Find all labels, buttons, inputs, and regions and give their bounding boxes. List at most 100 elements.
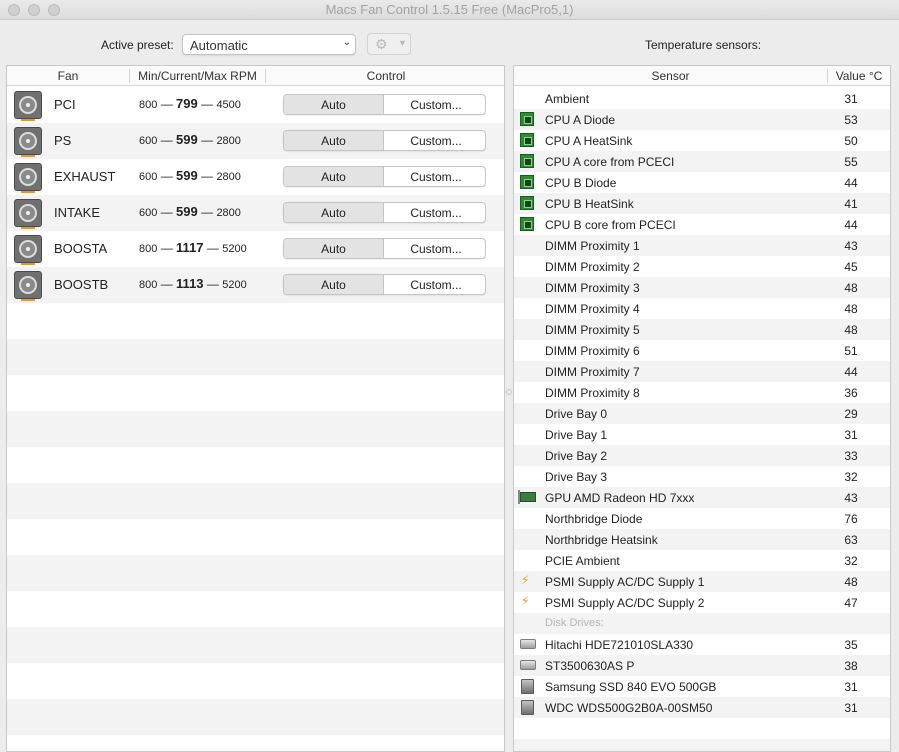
fan-table: Fan Min/Current/Max RPM Control PCI 800 —… xyxy=(6,65,505,752)
auto-button[interactable]: Auto xyxy=(284,167,384,186)
auto-button[interactable]: Auto xyxy=(284,239,384,258)
custom-button[interactable]: Custom... xyxy=(385,203,485,222)
cpu-icon xyxy=(520,154,534,168)
settings-menu-button[interactable]: ⚙ ▼ xyxy=(367,33,411,55)
sensor-row[interactable]: CPU A Diode 53 xyxy=(514,109,890,130)
fan-control-segmented: Auto Custom... xyxy=(283,166,486,187)
fan-icon xyxy=(14,235,42,265)
auto-button[interactable]: Auto xyxy=(284,95,384,114)
sensor-name: Drive Bay 2 xyxy=(545,449,608,463)
temperature-sensors-label: Temperature sensors: xyxy=(645,38,762,52)
rpm-separator: — xyxy=(201,97,214,111)
sensor-row[interactable]: Northbridge Diode 76 xyxy=(514,508,890,529)
auto-button[interactable]: Auto xyxy=(284,131,384,150)
fan-min-rpm: 600 xyxy=(139,207,158,219)
sensor-name: Disk Drives: xyxy=(545,617,604,629)
cpu-icon xyxy=(520,196,534,210)
ssd-icon xyxy=(521,679,534,694)
sensor-value: 48 xyxy=(844,281,858,295)
sensor-group-heading: Disk Drives: xyxy=(514,613,890,634)
sensor-column-header[interactable]: Sensor xyxy=(514,69,827,83)
sensor-name: DIMM Proximity 3 xyxy=(545,281,640,295)
value-column-header[interactable]: Value °C xyxy=(828,69,890,83)
custom-button[interactable]: Custom... xyxy=(385,167,485,186)
sensor-row[interactable]: WDC WDS500G2B0A-00SM50 31 xyxy=(514,697,890,718)
cpu-icon xyxy=(520,112,534,126)
sensor-row[interactable]: Northbridge Heatsink 63 xyxy=(514,529,890,550)
sensor-name: ST3500630AS P xyxy=(545,659,635,673)
custom-button[interactable]: Custom... xyxy=(385,239,485,258)
fan-max-rpm: 2800 xyxy=(216,171,241,183)
rpm-column-header[interactable]: Min/Current/Max RPM xyxy=(130,69,265,83)
preset-select[interactable]: Automatic ⌄ xyxy=(182,34,356,55)
sensor-table-header: Sensor Value °C xyxy=(514,66,890,86)
empty-row xyxy=(7,519,504,555)
rpm-separator: — xyxy=(160,241,173,255)
sensor-value: 53 xyxy=(844,113,858,127)
panel-splitter-handle[interactable] xyxy=(506,389,512,395)
custom-button[interactable]: Custom... xyxy=(385,95,485,114)
sensor-row[interactable]: Drive Bay 2 33 xyxy=(514,445,890,466)
cpu-icon xyxy=(520,217,534,231)
sensor-row[interactable]: ST3500630AS P 38 xyxy=(514,655,890,676)
sensor-row[interactable]: Drive Bay 3 32 xyxy=(514,466,890,487)
rpm-separator: — xyxy=(201,169,214,183)
sensor-row[interactable]: Drive Bay 1 31 xyxy=(514,424,890,445)
sensor-row[interactable]: DIMM Proximity 3 48 xyxy=(514,277,890,298)
sensor-name: CPU A Diode xyxy=(545,113,616,127)
sensor-row[interactable]: ⚡ PSMI Supply AC/DC Supply 1 48 xyxy=(514,571,890,592)
sensor-value: 29 xyxy=(844,407,858,421)
preset-select-value: Automatic xyxy=(190,38,248,53)
sensor-value: 31 xyxy=(844,428,858,442)
sensor-value: 43 xyxy=(844,491,858,505)
fan-max-rpm: 2800 xyxy=(216,207,241,219)
empty-row xyxy=(7,303,504,339)
title-bar: Macs Fan Control 1.5.15 Free (MacPro5,1) xyxy=(0,0,899,20)
fan-current-rpm: 599 xyxy=(176,204,198,219)
sensor-name: WDC WDS500G2B0A-00SM50 xyxy=(545,701,713,715)
sensor-row[interactable]: CPU B HeatSink 41 xyxy=(514,193,890,214)
sensor-value: 32 xyxy=(844,470,858,484)
sensor-row[interactable]: DIMM Proximity 1 43 xyxy=(514,235,890,256)
fan-name: INTAKE xyxy=(54,205,100,220)
sensor-row[interactable]: DIMM Proximity 4 48 xyxy=(514,298,890,319)
sensor-row[interactable]: Samsung SSD 840 EVO 500GB 31 xyxy=(514,676,890,697)
sensor-row[interactable]: DIMM Proximity 6 51 xyxy=(514,340,890,361)
sensor-row[interactable]: Ambient 31 xyxy=(514,88,890,109)
fan-rpm: 800 — 1117 — 5200 xyxy=(139,240,247,255)
sensor-name: CPU A core from PCECI xyxy=(545,155,675,169)
sensor-row[interactable]: CPU B Diode 44 xyxy=(514,172,890,193)
sensor-row[interactable]: DIMM Proximity 8 36 xyxy=(514,382,890,403)
fan-rpm: 600 — 599 — 2800 xyxy=(139,168,241,183)
sensor-row[interactable]: CPU A core from PCECI 55 xyxy=(514,151,890,172)
sensor-row[interactable]: GPU AMD Radeon HD 7xxx 43 xyxy=(514,487,890,508)
fan-max-rpm: 5200 xyxy=(222,243,247,255)
fan-current-rpm: 599 xyxy=(176,168,198,183)
sensor-row[interactable]: PCIE Ambient 32 xyxy=(514,550,890,571)
sensor-row[interactable]: DIMM Proximity 5 48 xyxy=(514,319,890,340)
fan-control-segmented: Auto Custom... xyxy=(283,202,486,223)
auto-button[interactable]: Auto xyxy=(284,203,384,222)
empty-row xyxy=(7,375,504,411)
auto-button[interactable]: Auto xyxy=(284,275,384,294)
empty-row xyxy=(7,483,504,519)
sensor-row[interactable]: CPU B core from PCECI 44 xyxy=(514,214,890,235)
sensor-row[interactable]: CPU A HeatSink 50 xyxy=(514,130,890,151)
fan-row: BOOSTA 800 — 1117 — 5200 Auto Custom... xyxy=(7,231,504,267)
sensor-row[interactable]: DIMM Proximity 2 45 xyxy=(514,256,890,277)
sensor-name: Ambient xyxy=(545,92,590,106)
cpu-icon xyxy=(520,133,534,147)
custom-button[interactable]: Custom... xyxy=(385,275,485,294)
fan-column-header[interactable]: Fan xyxy=(7,69,129,83)
sensor-row[interactable]: DIMM Proximity 7 44 xyxy=(514,361,890,382)
sensor-row[interactable]: Drive Bay 0 29 xyxy=(514,403,890,424)
sensor-value: 41 xyxy=(844,197,858,211)
sensor-name: DIMM Proximity 4 xyxy=(545,302,640,316)
sensor-row[interactable]: ⚡ PSMI Supply AC/DC Supply 2 47 xyxy=(514,592,890,613)
control-column-header[interactable]: Control xyxy=(266,69,504,83)
sensor-row[interactable]: Hitachi HDE721010SLA330 35 xyxy=(514,634,890,655)
fan-name: PS xyxy=(54,133,72,148)
custom-button[interactable]: Custom... xyxy=(385,131,485,150)
fan-current-rpm: 1117 xyxy=(176,240,204,255)
fan-row: BOOSTB 800 — 1113 — 5200 Auto Custom... xyxy=(7,267,504,303)
